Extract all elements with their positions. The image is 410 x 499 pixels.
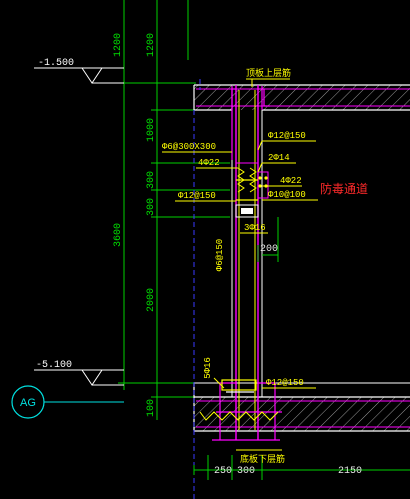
elevation-top-label: -1.500 [38, 58, 74, 69]
rebar-label-6-150: Φ6@150 [215, 239, 225, 271]
rebar-label-12-150-bottom: Φ12@150 [266, 378, 304, 388]
elevation-marker-bottom [34, 369, 124, 386]
top-slab-label: 顶板上层筋 [246, 67, 291, 78]
dim-200: 200 [260, 244, 278, 255]
passage-label: 防毒通道 [320, 181, 368, 196]
dim-1000: 1000 [146, 118, 157, 142]
rebar-label-2-14: 2Φ14 [268, 153, 290, 163]
rebar-label-6-300: Φ6@300X300 [162, 142, 216, 152]
dim-2150: 2150 [338, 466, 362, 477]
rebar-label-12-150-top: Φ12@150 [268, 131, 306, 141]
dim-3600: 3600 [113, 223, 124, 247]
grid-axis-bubble: AG [11, 385, 124, 419]
rebar-label-5-16: 5Φ16 [203, 357, 213, 379]
wall [231, 85, 263, 440]
dim-1200-outer: 1200 [113, 33, 124, 57]
rebar-label-3-16: 3Φ16 [244, 223, 266, 233]
dim-300: 300 [237, 466, 255, 477]
rebar-label-4-22-right: 4Φ22 [280, 176, 302, 186]
grid-axis-label: AG [20, 397, 36, 409]
rebar-label-10-100: Φ10@100 [268, 190, 306, 200]
dim-250: 250 [214, 466, 232, 477]
dim-100: 100 [146, 399, 157, 417]
dim-300-lower: 300 [146, 198, 157, 216]
dim-300-upper: 300 [146, 171, 157, 189]
top-slab [193, 84, 410, 111]
vertical-dimension-lines [118, 0, 230, 420]
rebar-label-4-22-left: 4Φ22 [198, 158, 220, 168]
dim-2000: 2000 [146, 288, 157, 312]
rebar-label-12-150-mid: Φ12@150 [178, 191, 216, 201]
dim-1200-inner: 1200 [146, 33, 157, 57]
elevation-marker-top [34, 67, 124, 84]
opening-beam-zone [235, 162, 269, 218]
structural-section-drawing: 1200 1200 1000 300 300 3600 2000 100 -1.… [11, 0, 410, 499]
bottom-slab-label: 底板下层筋 [240, 453, 285, 464]
elevation-bottom-label: -5.100 [36, 360, 72, 371]
